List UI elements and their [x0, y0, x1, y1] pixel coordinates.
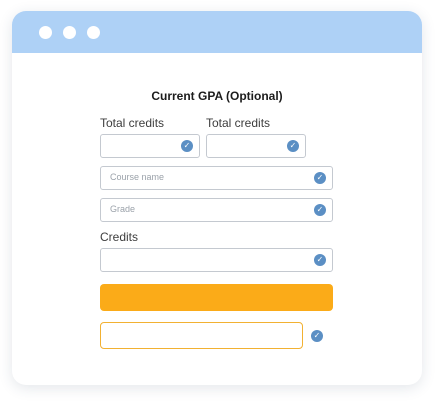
- window-dot-maximize[interactable]: [87, 26, 100, 39]
- check-circle-icon: ✓: [314, 204, 326, 216]
- result-field[interactable]: [100, 322, 303, 349]
- grade-input[interactable]: Grade ✓: [100, 198, 333, 222]
- total-credits-input-2[interactable]: ✓: [206, 134, 306, 158]
- calculate-button[interactable]: [100, 284, 333, 311]
- course-name-input[interactable]: Course name ✓: [100, 166, 333, 190]
- window-dot-minimize[interactable]: [63, 26, 76, 39]
- total-credits-input-1[interactable]: ✓: [100, 134, 200, 158]
- form-title: Current GPA (Optional): [151, 89, 283, 103]
- course-name-placeholder: Course name: [110, 172, 165, 182]
- credits-label: Credits: [100, 230, 139, 244]
- check-circle-icon: ✓: [314, 254, 326, 266]
- grade-placeholder: Grade: [110, 204, 136, 214]
- app-window: Current GPA (Optional) Total credits Tot…: [12, 11, 422, 385]
- total-credits-label-2: Total credits: [206, 116, 271, 130]
- check-circle-icon: ✓: [314, 172, 326, 184]
- total-credits-label-1: Total credits: [100, 116, 165, 130]
- check-circle-icon: ✓: [311, 330, 323, 342]
- window-titlebar: [12, 11, 422, 53]
- credits-input[interactable]: ✓: [100, 248, 333, 272]
- check-circle-icon: ✓: [287, 140, 299, 152]
- check-circle-icon: ✓: [181, 140, 193, 152]
- window-dot-close[interactable]: [39, 26, 52, 39]
